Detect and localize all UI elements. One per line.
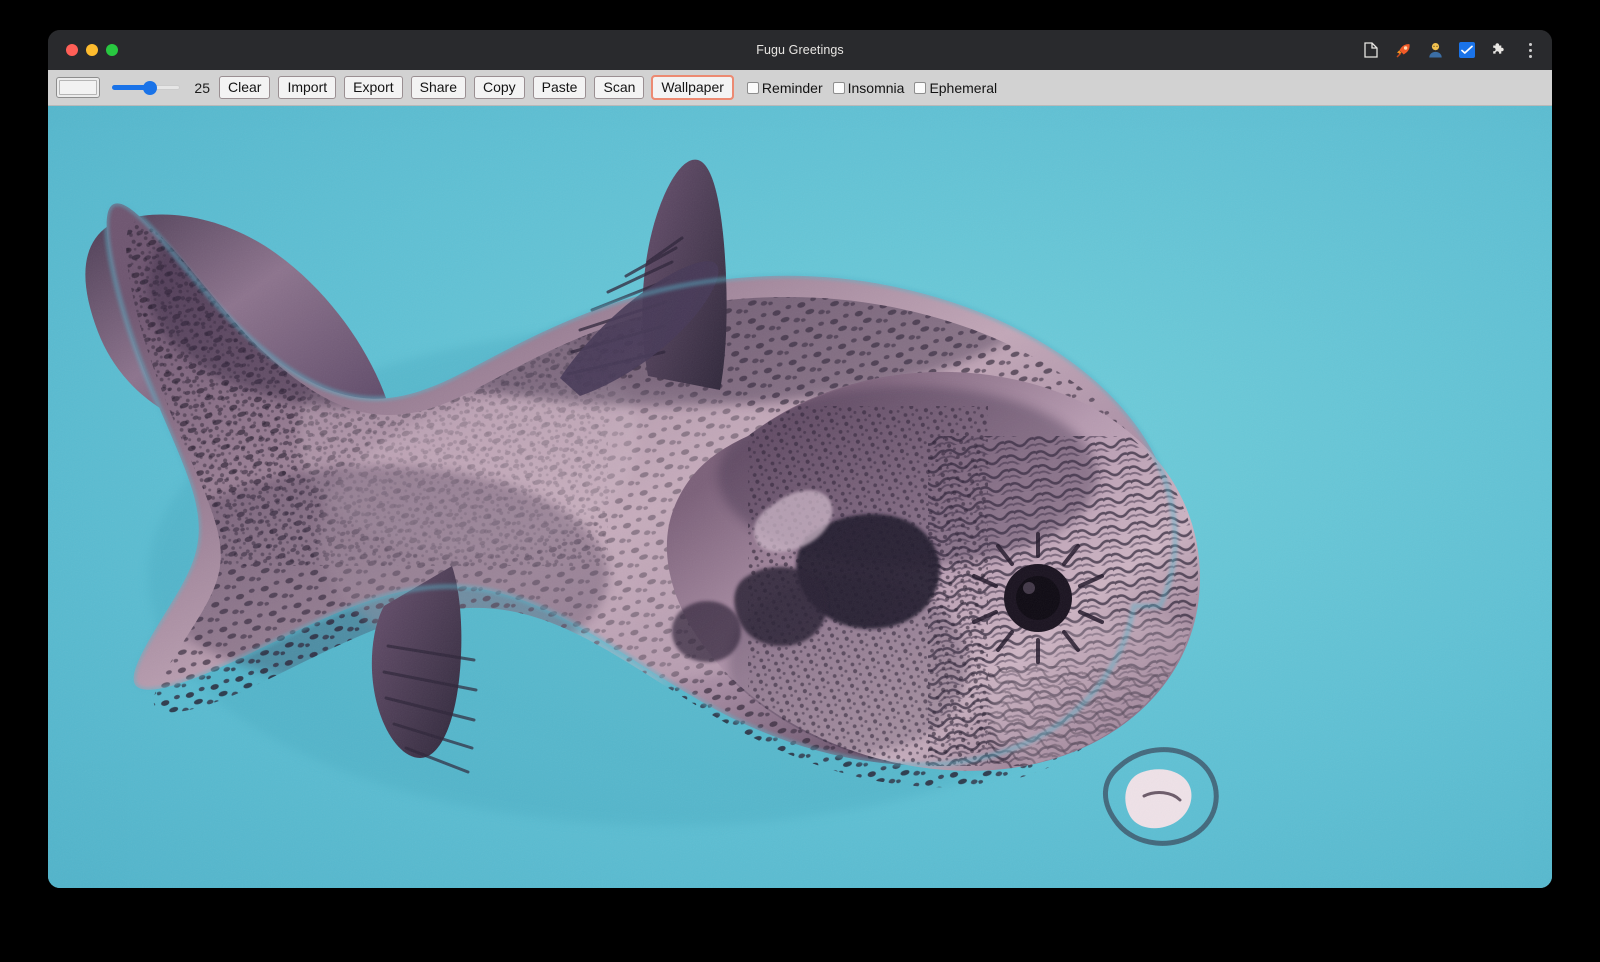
window-title: Fugu Greetings: [48, 43, 1552, 57]
close-window-button[interactable]: [66, 44, 78, 56]
chrome-menu-icon[interactable]: [1522, 41, 1538, 59]
reminder-checkbox-label: Reminder: [762, 80, 823, 96]
maximize-window-button[interactable]: [106, 44, 118, 56]
share-button[interactable]: Share: [411, 76, 466, 99]
clear-button[interactable]: Clear: [219, 76, 270, 99]
ephemeral-checkbox-label: Ephemeral: [929, 80, 997, 96]
profile-avatar-icon[interactable]: [1426, 41, 1444, 59]
extension-blue-icon[interactable]: [1458, 41, 1476, 59]
copy-button[interactable]: Copy: [474, 76, 525, 99]
titlebar-icon-group: [1362, 41, 1540, 59]
page-icon[interactable]: [1362, 41, 1380, 59]
wallpaper-button[interactable]: Wallpaper: [652, 76, 733, 99]
screen: Fugu Greetings: [0, 0, 1600, 962]
scan-button[interactable]: Scan: [594, 76, 644, 99]
minimize-window-button[interactable]: [86, 44, 98, 56]
window-controls: [66, 44, 118, 56]
slider-fill: [112, 85, 147, 90]
drawing-canvas[interactable]: [48, 106, 1552, 888]
toolbar-checkbox-group: Reminder Insomnia Ephemeral: [747, 80, 997, 96]
insomnia-checkbox-label: Insomnia: [848, 80, 905, 96]
rocket-icon[interactable]: [1394, 41, 1412, 59]
slider-thumb[interactable]: [143, 81, 157, 95]
slider-value-label: 25: [190, 80, 210, 96]
ephemeral-checkbox-box[interactable]: [914, 82, 926, 94]
export-button[interactable]: Export: [344, 76, 402, 99]
window-titlebar: Fugu Greetings: [48, 30, 1552, 70]
insomnia-checkbox[interactable]: Insomnia: [833, 80, 905, 96]
ephemeral-checkbox[interactable]: Ephemeral: [914, 80, 997, 96]
app-toolbar: 25 Clear Import Export Share Copy Paste …: [48, 70, 1552, 106]
reminder-checkbox[interactable]: Reminder: [747, 80, 823, 96]
reminder-checkbox-box[interactable]: [747, 82, 759, 94]
color-swatch-fill: [59, 80, 97, 95]
paste-button[interactable]: Paste: [533, 76, 587, 99]
app-window: Fugu Greetings: [48, 30, 1552, 888]
insomnia-checkbox-box[interactable]: [833, 82, 845, 94]
puzzle-extensions-icon[interactable]: [1490, 41, 1508, 59]
pufferfish-photo: [48, 106, 1552, 888]
brush-size-slider[interactable]: [112, 78, 180, 98]
import-button[interactable]: Import: [278, 76, 336, 99]
color-picker-input[interactable]: [56, 77, 100, 98]
